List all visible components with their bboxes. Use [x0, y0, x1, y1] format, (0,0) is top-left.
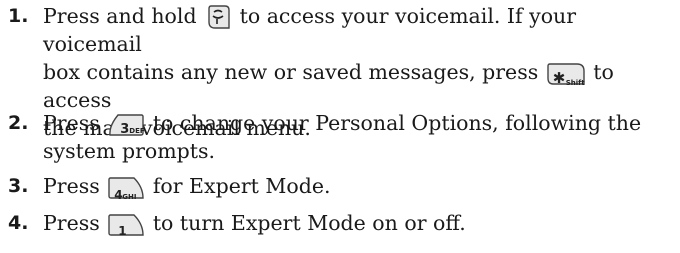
- key-digit: 1: [118, 224, 127, 238]
- step-line: box contains any new or saved messages, …: [43, 58, 676, 114]
- 4-ghi-key-icon: 4 GHI: [108, 177, 144, 202]
- step-text: to turn Expert Mode on or off.: [146, 211, 466, 235]
- step-4: 4. Press 1 to turn Expert Mode on or off…: [8, 209, 676, 238]
- key-glyph: ✱: [552, 69, 566, 87]
- key-sublabel: DEF: [129, 127, 145, 135]
- step-text: Press: [43, 211, 107, 235]
- step-number: 1.: [8, 5, 29, 27]
- step-text: for Expert Mode.: [146, 174, 331, 198]
- step-line: Press 4 GHI for Expert Mode.: [43, 172, 676, 202]
- step-text: to change your Personal Options, followi…: [146, 111, 642, 135]
- step-text: Press and hold: [43, 4, 204, 28]
- step-2: 2. Press 3 DEF to change your Personal Op…: [8, 109, 676, 165]
- step-number: 4.: [8, 212, 29, 234]
- step-line: Press 3 DEF to change your Personal Optio…: [43, 109, 676, 137]
- key-sublabel: Shift: [565, 79, 585, 87]
- step-text: Press: [43, 111, 107, 135]
- step-line: Press and hold to access your voicemail.…: [43, 2, 676, 58]
- step-text: box contains any new or saved messages, …: [43, 60, 545, 84]
- instruction-list: 1. Press and hold to access your voicema…: [0, 0, 680, 253]
- step-line: Press 1 to turn Expert Mode on or off.: [43, 209, 676, 238]
- voicemail-key-icon: [205, 4, 231, 30]
- key-sublabel: GHI: [122, 193, 137, 201]
- step-number: 3.: [8, 175, 29, 197]
- star-shift-key-icon: ✱ Shift: [547, 63, 585, 87]
- step-text: Press: [43, 174, 107, 198]
- 3-def-key-icon: 3 DEF: [108, 114, 145, 137]
- step-number: 2.: [8, 112, 29, 134]
- 1-key-icon: 1: [108, 214, 144, 238]
- step-3: 3. Press 4 GHI for Expert Mode.: [8, 172, 676, 202]
- key-digit: 3: [120, 122, 130, 137]
